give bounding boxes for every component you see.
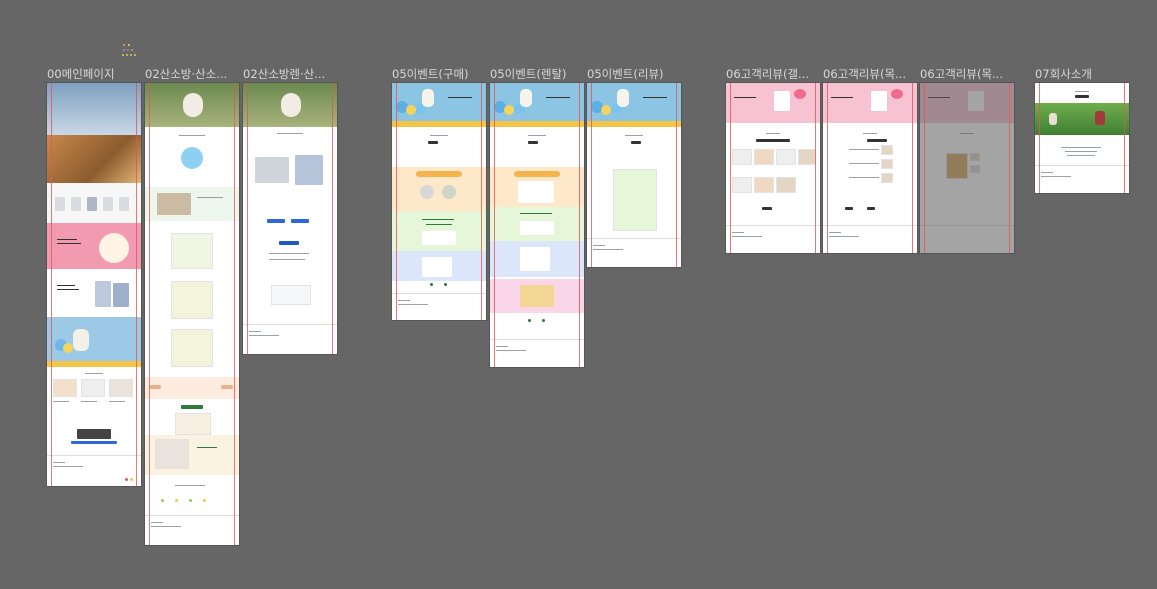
forest-dog-image xyxy=(243,83,337,127)
event-hero xyxy=(490,83,584,121)
product-strip xyxy=(47,183,141,223)
review-section xyxy=(47,367,141,427)
review-hero xyxy=(726,83,820,123)
machine-banner xyxy=(47,269,141,317)
logo-icon xyxy=(122,44,138,58)
artboard-label[interactable]: 07회사소개 xyxy=(1035,66,1129,82)
artboard-label[interactable]: 00메인페이지 xyxy=(47,66,143,82)
artboard-frame[interactable] xyxy=(1035,83,1129,193)
artboard-label[interactable]: 06고객리뷰(갤... xyxy=(726,66,820,82)
pink-banner xyxy=(47,223,141,269)
footer xyxy=(47,455,141,486)
artboard-label[interactable]: 05이벤트(리뷰) xyxy=(587,66,681,82)
artboard-frame[interactable] xyxy=(145,83,239,545)
artboard-frame[interactable] xyxy=(490,83,584,367)
hero-image xyxy=(47,83,141,135)
artboard-label[interactable]: 06고객리뷰(목... xyxy=(920,66,1014,82)
artboard-frame[interactable] xyxy=(920,83,1014,253)
artboard-frame[interactable] xyxy=(823,83,917,253)
artboard-label[interactable]: 02산소방·산소... xyxy=(145,66,239,82)
dogs-section xyxy=(47,427,141,455)
artboard-frame[interactable] xyxy=(726,83,820,253)
company-photo xyxy=(1035,103,1129,135)
artboard-label[interactable]: 05이벤트(렌탈) xyxy=(490,66,584,82)
event-hero xyxy=(587,83,681,121)
event-hero xyxy=(392,83,486,121)
review-hero xyxy=(823,83,917,123)
event-banner xyxy=(47,317,141,361)
artboard-frame[interactable] xyxy=(243,83,337,354)
artboard-label[interactable]: 06고객리뷰(목... xyxy=(823,66,917,82)
artboard-frame[interactable] xyxy=(587,83,681,267)
artboard-label[interactable]: 02산소방렌·산... xyxy=(243,66,337,82)
autumn-dog-image xyxy=(47,135,141,183)
artboard-frame[interactable] xyxy=(47,83,141,486)
forest-dog-image xyxy=(145,83,239,127)
artboard-frame[interactable] xyxy=(392,83,486,320)
bone-banner xyxy=(145,377,239,399)
artboard-label[interactable]: 05이벤트(구매) xyxy=(392,66,486,82)
